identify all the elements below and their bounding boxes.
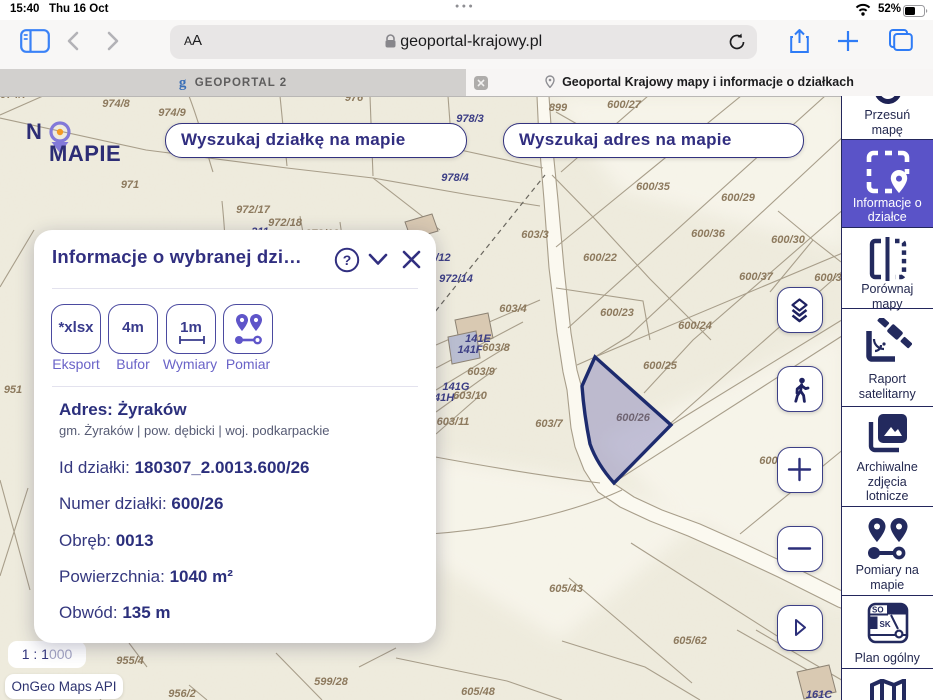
svg-text:605/48: 605/48 [461, 686, 496, 698]
svg-text:971: 971 [121, 179, 139, 191]
svg-text:141F: 141F [457, 344, 482, 356]
svg-text:972/17: 972/17 [236, 204, 271, 216]
svg-text:600/22: 600/22 [583, 252, 617, 264]
svg-text:161C: 161C [806, 689, 833, 700]
svg-text:SO: SO [872, 606, 884, 615]
svg-text:599/28: 599/28 [314, 676, 349, 688]
svg-text:600/37: 600/37 [739, 271, 774, 283]
svg-text:600/36: 600/36 [691, 228, 726, 240]
svg-text:978/3: 978/3 [456, 113, 484, 125]
svg-text:956/2: 956/2 [168, 688, 196, 700]
svg-text:/12: /12 [434, 252, 450, 264]
svg-text:600/3: 600/3 [814, 272, 842, 284]
svg-text:603/7: 603/7 [535, 418, 563, 430]
svg-text:951: 951 [4, 384, 22, 396]
svg-text:SK: SK [880, 620, 891, 629]
svg-text:955/4: 955/4 [116, 655, 144, 667]
svg-text:603/9: 603/9 [467, 366, 495, 378]
svg-text:978/4: 978/4 [441, 172, 469, 184]
svg-text:605/43: 605/43 [549, 583, 583, 595]
svg-text:976: 976 [345, 96, 364, 104]
svg-text:600/29: 600/29 [721, 192, 756, 204]
svg-text:972/14: 972/14 [439, 273, 473, 285]
svg-text:600/23: 600/23 [600, 307, 634, 319]
svg-text:600/30: 600/30 [771, 234, 806, 246]
svg-text:603/3: 603/3 [521, 229, 549, 241]
svg-text:972/18: 972/18 [268, 217, 303, 229]
svg-text:974/9: 974/9 [158, 107, 186, 119]
svg-text:600/25: 600/25 [643, 360, 678, 372]
svg-text:605/62: 605/62 [673, 635, 707, 647]
svg-text:?: ? [343, 252, 352, 268]
svg-text:899: 899 [549, 102, 568, 114]
svg-text:600/27: 600/27 [607, 99, 642, 111]
svg-text:974/8: 974/8 [102, 98, 130, 110]
svg-text:600/26: 600/26 [616, 412, 651, 424]
svg-text:603/4: 603/4 [499, 303, 527, 315]
svg-text:600/35: 600/35 [636, 181, 671, 193]
svg-text:600/24: 600/24 [678, 320, 712, 332]
svg-text:974/7: 974/7 [0, 96, 28, 101]
svg-text:603/11: 603/11 [437, 416, 470, 428]
